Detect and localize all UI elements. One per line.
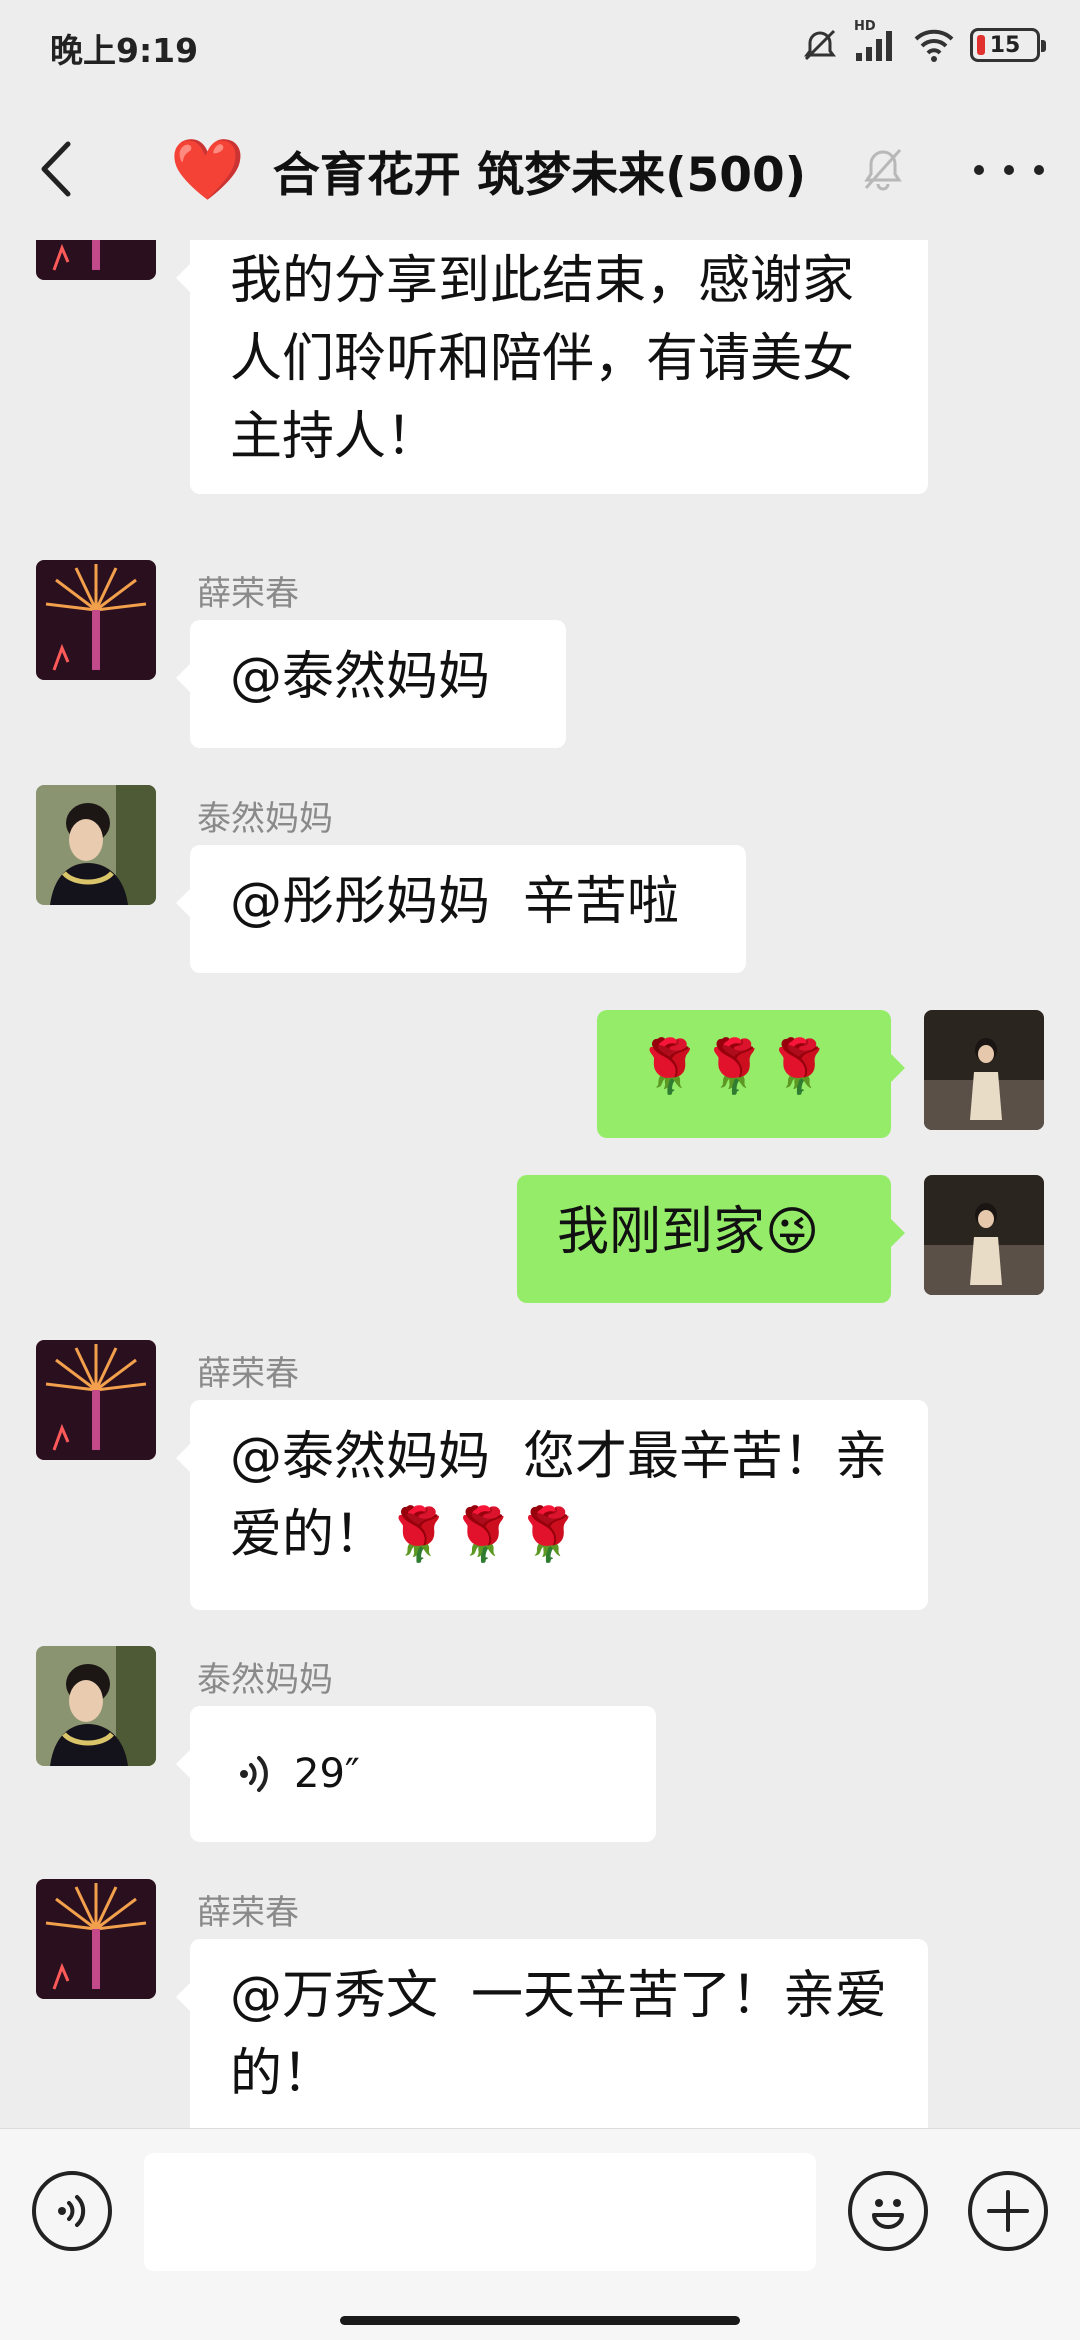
fireworks-avatar[interactable] [36,560,156,680]
message-text: @万秀文 一天辛苦了！亲爱的！ [230,1966,888,2104]
woman-portrait-avatar[interactable] [36,1646,156,1766]
plus-icon [987,2190,1029,2232]
voice-message-bubble[interactable]: 29″ [176,1706,656,1842]
back-button[interactable] [30,136,90,202]
woman-portrait-avatar[interactable] [36,785,156,905]
message-text: 我刚到家😜 [557,1202,820,1262]
message-text: @泰然妈妈 [230,647,491,707]
network-label: HD [854,19,876,34]
more-dot-icon [974,165,984,175]
self-portrait-avatar[interactable] [924,1175,1044,1295]
voice-mode-button[interactable] [32,2171,112,2251]
input-bar [0,2128,1080,2340]
message-bubble[interactable]: 我刚到家😜 [517,1175,905,1303]
fireworks-avatar[interactable] [36,240,156,280]
wifi-icon [912,27,956,63]
message-bubble[interactable]: 🌹🌹🌹 [597,1010,905,1138]
message-bubble[interactable]: @彤彤妈妈 辛苦啦 [176,845,746,973]
chat-header: ❤️ 合育花开 筑梦未来(500) [0,100,1080,240]
sender-name: 薛荣春 [197,1354,299,1394]
message-input[interactable] [144,2153,816,2271]
status-time: 晚上9:19 [50,31,199,70]
home-indicator[interactable] [340,2316,740,2325]
chat-title-group[interactable]: ❤️ 合育花开 筑梦未来(500) [170,130,806,210]
voice-mode-icon [58,2195,86,2227]
chat-title: 合育花开 筑梦未来(500) [272,147,807,203]
message-text: @泰然妈妈 您才最辛苦！亲爱的！🌹🌹🌹 [230,1427,888,1565]
plus-button[interactable] [968,2171,1048,2251]
chevron-left-icon [41,141,71,197]
sender-name: 泰然妈妈 [197,1660,333,1700]
more-dot-icon [1004,165,1014,175]
status-icons: HD 15 [800,19,1046,68]
voice-message-content: 29″ [238,1706,608,1842]
fireworks-avatar[interactable] [36,1879,156,1999]
battery-icon: 15 [970,28,1046,62]
more-dot-icon [1034,165,1044,175]
message-text: 🌹🌹🌹 [637,1037,832,1097]
more-options-button[interactable] [974,140,1044,200]
message-bubble[interactable]: @万秀文 一天辛苦了！亲爱的！ [176,1939,928,2128]
battery-level-text: 15 [989,32,1021,58]
sender-name: 泰然妈妈 [197,799,333,839]
message-bubble[interactable]: @泰然妈妈 [176,620,566,748]
alarm-off-icon [800,25,840,65]
message-bubble[interactable]: 我的分享到此结束，感谢家人们聆听和陪伴，有请美女主持人！ [176,240,928,494]
heart-icon: ❤️ [170,135,245,205]
status-bar: 晚上9:19 HD 15 [0,0,1080,90]
emoji-button[interactable] [848,2171,928,2251]
emoji-icon [872,2199,904,2229]
voice-wave-icon [240,1756,268,1792]
sender-name: 薛荣春 [197,574,299,614]
self-portrait-avatar[interactable] [924,1010,1044,1130]
signal-icon: HD [854,19,898,63]
battery-level-fill [977,35,985,55]
message-list[interactable]: 我的分享到此结束，感谢家人们聆听和陪伴，有请美女主持人！ 薛荣春 @泰然妈妈 泰… [0,240,1080,2128]
voice-duration: 29″ [294,1751,360,1797]
fireworks-avatar[interactable] [36,1340,156,1460]
message-bubble[interactable]: @泰然妈妈 您才最辛苦！亲爱的！🌹🌹🌹 [176,1400,928,1610]
sender-name: 薛荣春 [197,1893,299,1933]
mute-bell-icon [860,144,906,198]
message-text: @彤彤妈妈 辛苦啦 [230,872,680,932]
message-text: 我的分享到此结束，感谢家人们聆听和陪伴，有请美女主持人！ [230,251,855,467]
